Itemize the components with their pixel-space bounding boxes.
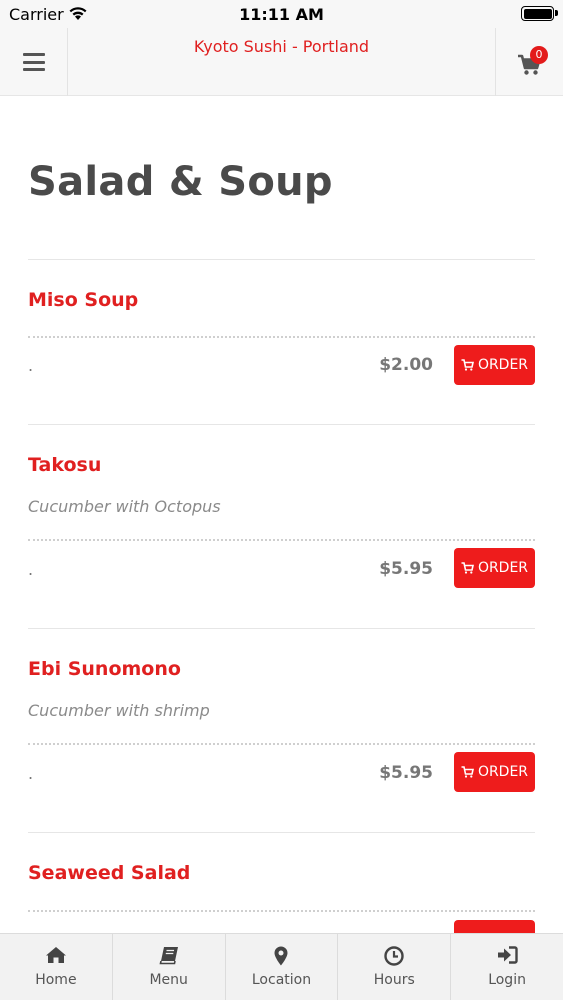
cart-icon	[461, 359, 474, 371]
dotted-divider	[28, 910, 535, 912]
item-description: Cucumber with shrimp	[28, 701, 210, 720]
order-label: ORDER	[477, 764, 529, 780]
item-detail: .	[28, 560, 34, 579]
tab-bar: Home Menu Location Hours Login	[0, 933, 563, 1000]
menu-item-miso-soup: Miso Soup . $2.00 ORDER	[28, 259, 535, 425]
order-label: ORDER	[477, 357, 529, 373]
tab-label: Location	[251, 972, 312, 988]
home-icon	[0, 946, 112, 964]
cart-count-badge: 0	[530, 46, 548, 64]
cart-icon	[461, 562, 474, 574]
map-pin-icon	[226, 946, 338, 966]
tab-label: Hours	[373, 972, 415, 988]
dotted-divider	[28, 539, 535, 541]
tab-label: Login	[488, 972, 526, 988]
tab-login[interactable]: Login	[451, 934, 563, 1000]
tab-label: Home	[35, 972, 77, 988]
item-name[interactable]: Ebi Sunomono	[28, 658, 181, 680]
order-button[interactable]: ORDER	[454, 752, 535, 792]
clock-icon	[338, 946, 450, 966]
item-detail: .	[28, 764, 34, 783]
item-name[interactable]: Miso Soup	[28, 289, 138, 311]
hamburger-icon	[22, 53, 45, 71]
dotted-divider	[28, 336, 535, 338]
battery-tip	[555, 10, 558, 16]
item-name[interactable]: Takosu	[28, 454, 101, 476]
dotted-divider	[28, 743, 535, 745]
menu-item-ebi-sunomono: Ebi Sunomono Cucumber with shrimp . $5.9…	[28, 628, 535, 833]
item-price: $2.00	[379, 355, 433, 375]
status-bar: Carrier 11:11 AM	[0, 0, 563, 28]
tab-menu[interactable]: Menu	[113, 934, 226, 1000]
item-description: Cucumber with Octopus	[28, 497, 221, 516]
item-detail: .	[28, 356, 34, 375]
item-price: $5.95	[379, 559, 433, 579]
menu-item-seaweed-salad: Seaweed Salad	[28, 832, 535, 933]
tab-label: Menu	[149, 972, 188, 988]
menu-button[interactable]	[0, 28, 68, 96]
book-icon	[113, 946, 225, 965]
order-button[interactable]: ORDER	[454, 345, 535, 385]
menu-content[interactable]: Salad & Soup Miso Soup . $2.00 ORDER Tak…	[0, 97, 563, 933]
order-button[interactable]	[454, 920, 535, 933]
tab-home[interactable]: Home	[0, 934, 113, 1000]
cart-button[interactable]: 0	[495, 28, 563, 96]
status-time: 11:11 AM	[239, 5, 324, 24]
item-name[interactable]: Seaweed Salad	[28, 862, 190, 884]
cart-icon	[461, 766, 474, 778]
page-title: Kyoto Sushi - Portland	[193, 37, 370, 56]
nav-bar: Kyoto Sushi - Portland 0	[0, 28, 563, 96]
battery-icon	[521, 6, 554, 21]
tab-hours[interactable]: Hours	[338, 934, 452, 1000]
section-title: Salad & Soup	[28, 159, 333, 205]
tab-location[interactable]: Location	[226, 934, 339, 1000]
item-price: $5.95	[379, 763, 433, 783]
order-button[interactable]: ORDER	[454, 548, 535, 588]
order-label: ORDER	[477, 560, 529, 576]
sign-in-icon	[451, 946, 563, 964]
menu-item-takosu: Takosu Cucumber with Octopus . $5.95 ORD…	[28, 424, 535, 629]
